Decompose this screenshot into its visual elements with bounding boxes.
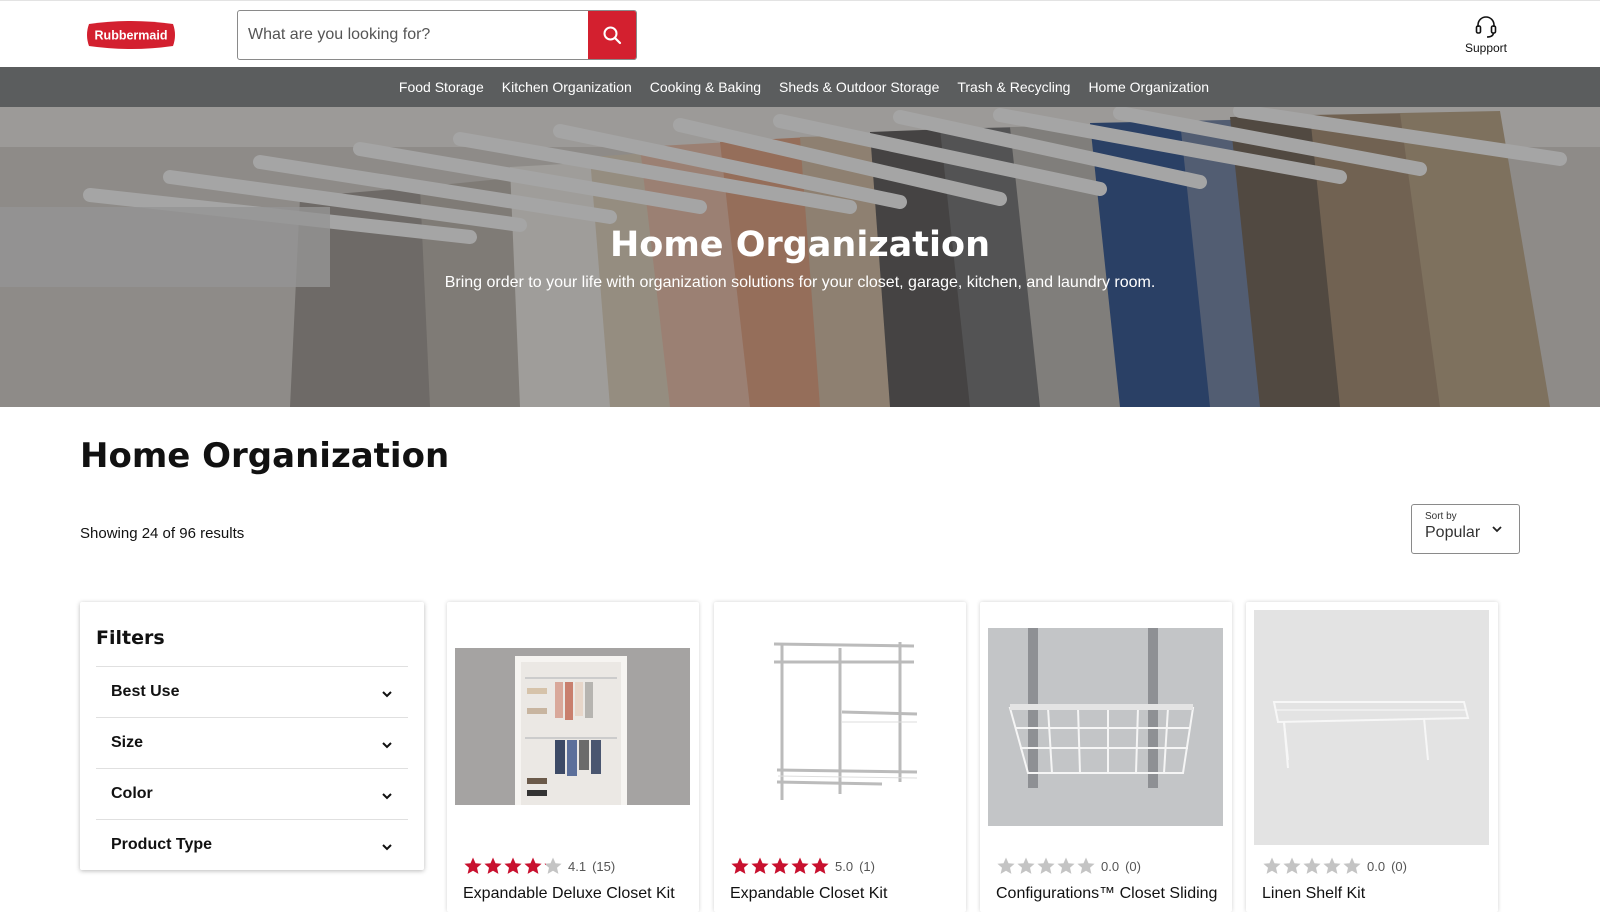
search-button[interactable] (588, 11, 636, 59)
star-icon (1037, 857, 1055, 874)
star-icon (1077, 857, 1095, 874)
support-label: Support (1464, 41, 1508, 55)
nav-item-food-storage[interactable]: Food Storage (399, 79, 484, 95)
filter-best-use[interactable]: Best Use (96, 666, 408, 717)
product-rating: 5.0 (1) (730, 856, 875, 876)
search-input[interactable] (238, 11, 590, 59)
product-rating: 0.0 (0) (1262, 856, 1407, 876)
page-title: Home Organization (80, 436, 450, 476)
review-count[interactable]: (0) (1125, 859, 1141, 874)
rating-stars (1262, 856, 1362, 876)
hero-title: Home Organization (609, 225, 990, 265)
chevron-down-icon (382, 793, 392, 800)
star-icon (464, 857, 482, 874)
product-name[interactable]: Expandable Closet Kit (730, 885, 887, 903)
chevron-down-icon (382, 742, 392, 749)
rating-value: 0.0 (1367, 858, 1386, 874)
star-icon (791, 857, 809, 874)
star-icon (731, 857, 749, 874)
filters-panel: Filters Best Use Size Color Product Type (80, 602, 424, 870)
filter-label: Best Use (111, 683, 180, 700)
filter-label: Product Type (111, 836, 213, 853)
main-nav: Food Storage Kitchen Organization Cookin… (0, 67, 1600, 107)
results-count: Showing 24 of 96 results (80, 525, 245, 542)
star-icon (524, 857, 542, 874)
product-image[interactable] (1254, 610, 1489, 845)
product-image[interactable] (722, 622, 957, 812)
star-icon (771, 857, 789, 874)
product-image[interactable] (455, 648, 690, 805)
hero-subtitle: Bring order to your life with organizati… (444, 274, 1156, 291)
nav-item-trash-recycling[interactable]: Trash & Recycling (957, 79, 1070, 95)
sort-value: Popular (1425, 524, 1481, 541)
sort-label: Sort by (1425, 511, 1457, 522)
product-image[interactable] (988, 628, 1223, 826)
nav-item-kitchen-organization[interactable]: Kitchen Organization (502, 79, 632, 95)
star-icon (811, 857, 829, 874)
filter-color[interactable]: Color (96, 768, 408, 819)
chevron-down-icon (382, 691, 392, 698)
site-header: Rubbermaid Support (0, 0, 1600, 67)
rating-value: 0.0 (1101, 858, 1120, 874)
headset-icon (1475, 16, 1497, 38)
star-icon (1057, 857, 1075, 874)
review-count[interactable]: (1) (859, 859, 875, 874)
search-icon (603, 26, 622, 45)
star-icon (751, 857, 769, 874)
star-icon (997, 857, 1015, 874)
product-rating: 4.1 (15) (463, 856, 615, 876)
filter-product-type[interactable]: Product Type (96, 819, 408, 870)
hero-banner: Home Organization Bring order to your li… (0, 107, 1600, 407)
review-count[interactable]: (15) (592, 859, 615, 874)
product-rating: 0.0 (0) (996, 856, 1141, 876)
filter-label: Size (111, 734, 144, 751)
star-icon (484, 857, 502, 874)
nav-item-cooking-baking[interactable]: Cooking & Baking (650, 79, 761, 95)
star-icon (1343, 857, 1361, 874)
star-icon (1283, 857, 1301, 874)
filter-size[interactable]: Size (96, 717, 408, 768)
star-icon (1323, 857, 1341, 874)
rating-value: 5.0 (835, 858, 854, 874)
filters-title: Filters (96, 627, 165, 649)
product-card[interactable]: 0.0 (0) Configurations™ Closet Sliding (980, 602, 1232, 912)
rating-stars (730, 856, 830, 876)
product-card[interactable]: 0.0 (0) Linen Shelf Kit (1246, 602, 1498, 912)
sort-dropdown[interactable]: Sort by Popular (1411, 504, 1520, 554)
star-icon (544, 857, 562, 874)
search-bar (237, 10, 637, 60)
logo-text: Rubbermaid (95, 29, 168, 43)
nav-item-sheds-outdoor-storage[interactable]: Sheds & Outdoor Storage (779, 79, 939, 95)
support-link[interactable]: Support (1460, 13, 1512, 55)
star-icon (1303, 857, 1321, 874)
nav-item-home-organization[interactable]: Home Organization (1088, 79, 1209, 95)
star-icon (1263, 857, 1281, 874)
review-count[interactable]: (0) (1391, 859, 1407, 874)
product-card[interactable]: 5.0 (1) Expandable Closet Kit (714, 602, 966, 912)
rating-value: 4.1 (568, 858, 587, 874)
rating-stars (463, 856, 563, 876)
product-name[interactable]: Expandable Deluxe Closet Kit (463, 885, 675, 903)
rubbermaid-logo[interactable]: Rubbermaid (85, 20, 177, 50)
chevron-down-icon (382, 844, 392, 851)
product-name[interactable]: Linen Shelf Kit (1262, 885, 1365, 903)
star-icon (504, 857, 522, 874)
product-name[interactable]: Configurations™ Closet Sliding (996, 885, 1217, 903)
product-card[interactable]: 4.1 (15) Expandable Deluxe Closet Kit (447, 602, 699, 912)
filter-label: Color (111, 785, 153, 802)
chevron-down-icon (1492, 526, 1502, 533)
rating-stars (996, 856, 1096, 876)
star-icon (1017, 857, 1035, 874)
